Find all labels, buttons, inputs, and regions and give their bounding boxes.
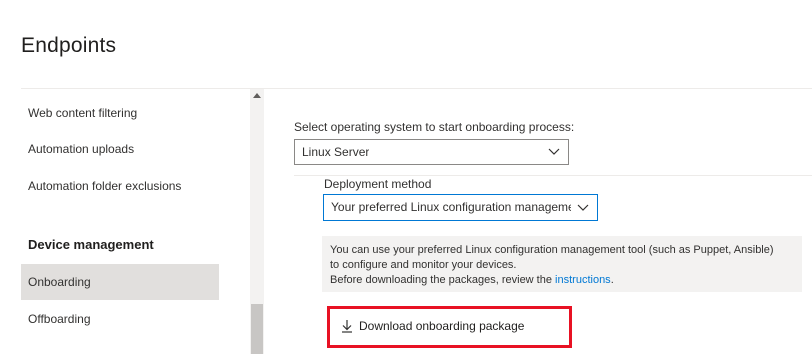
sidebar-item-web-content-filtering[interactable]: Web content filtering bbox=[21, 95, 219, 131]
info-line-2: to configure and monitor your devices. bbox=[330, 259, 517, 271]
info-line-1: You can use your preferred Linux configu… bbox=[330, 244, 774, 256]
deployment-method-value: Your preferred Linux configuration manag… bbox=[331, 200, 571, 214]
sidebar-item-offboarding[interactable]: Offboarding bbox=[21, 301, 219, 337]
deployment-method-dropdown[interactable]: Your preferred Linux configuration manag… bbox=[323, 194, 598, 221]
info-line-3-prefix: Before downloading the packages, review … bbox=[330, 274, 556, 286]
os-dropdown-value: Linux Server bbox=[302, 145, 370, 159]
section-divider bbox=[294, 175, 812, 176]
instructions-link[interactable]: instructions bbox=[555, 274, 611, 286]
sidebar-item-automation-folder-exclusions[interactable]: Automation folder exclusions bbox=[21, 168, 219, 204]
sidebar: Web content filtering Automation uploads… bbox=[21, 89, 250, 354]
deployment-method-label: Deployment method bbox=[324, 177, 432, 191]
download-icon bbox=[340, 318, 354, 334]
page-title: Endpoints bbox=[21, 34, 117, 57]
info-message-box: You can use your preferred Linux configu… bbox=[322, 236, 802, 292]
download-onboarding-package-button[interactable]: Download onboarding package bbox=[340, 315, 524, 337]
sidebar-section-heading: Device management bbox=[28, 237, 154, 252]
os-select-label: Select operating system to start onboard… bbox=[294, 120, 575, 134]
info-line-3-suffix: . bbox=[610, 274, 614, 286]
os-dropdown[interactable]: Linux Server bbox=[294, 139, 569, 165]
info-line-3: Before downloading the packages, review … bbox=[330, 273, 794, 288]
sidebar-item-automation-uploads[interactable]: Automation uploads bbox=[21, 131, 219, 167]
sidebar-item-onboarding[interactable]: Onboarding bbox=[21, 264, 219, 300]
scroll-up-icon[interactable] bbox=[253, 93, 261, 98]
chevron-down-icon bbox=[548, 140, 560, 172]
sidebar-scrollbar[interactable] bbox=[250, 89, 264, 354]
chevron-down-icon bbox=[577, 195, 589, 229]
scroll-thumb[interactable] bbox=[251, 304, 263, 354]
download-button-label: Download onboarding package bbox=[359, 319, 525, 333]
